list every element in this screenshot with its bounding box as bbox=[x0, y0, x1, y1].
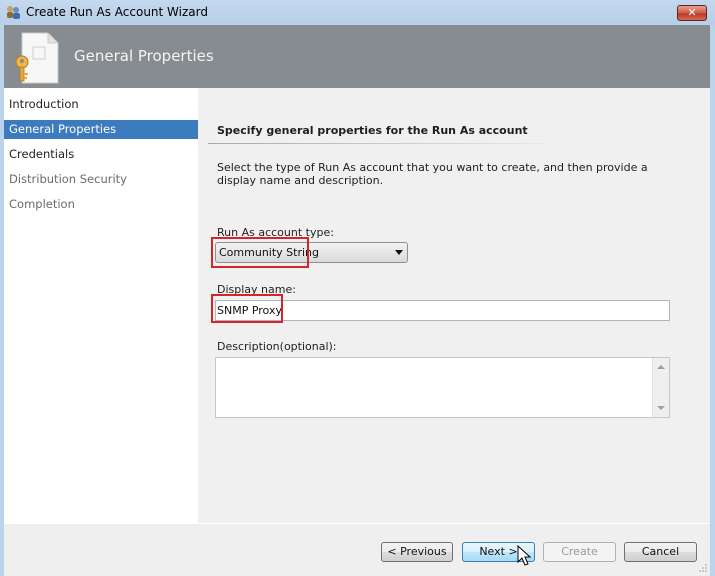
nav-item-credentials[interactable]: Credentials bbox=[4, 145, 198, 164]
close-icon: ✕ bbox=[687, 6, 697, 19]
description-scrollbar[interactable] bbox=[652, 358, 669, 417]
wizard-steps-nav: Introduction General Properties Credenti… bbox=[4, 88, 198, 523]
close-button[interactable]: ✕ bbox=[677, 5, 707, 21]
document-key-icon bbox=[15, 32, 59, 84]
nav-item-introduction[interactable]: Introduction bbox=[4, 95, 198, 114]
previous-button[interactable]: < Previous bbox=[381, 542, 453, 562]
nav-item-distribution-security[interactable]: Distribution Security bbox=[4, 170, 198, 189]
description-label: Description(optional): bbox=[217, 340, 337, 353]
page-title: General Properties bbox=[74, 47, 214, 65]
resize-grip-icon[interactable] bbox=[698, 563, 708, 573]
display-name-input[interactable]: SNMP Proxy bbox=[215, 300, 670, 321]
title-bar: Create Run As Account Wizard ✕ bbox=[0, 0, 715, 25]
mouse-cursor-icon bbox=[517, 545, 532, 566]
nav-item-label: General Properties bbox=[9, 122, 117, 136]
wizard-content: Specify general properties for the Run A… bbox=[198, 88, 710, 523]
wizard-footer: < Previous Next > Create Cancel bbox=[4, 523, 710, 576]
window-title: Create Run As Account Wizard bbox=[26, 5, 208, 19]
wizard-header: General Properties bbox=[4, 25, 710, 88]
create-button[interactable]: Create bbox=[543, 542, 616, 562]
users-key-icon bbox=[7, 6, 20, 19]
highlight-box-account-type bbox=[211, 237, 309, 268]
nav-item-label: Credentials bbox=[9, 147, 75, 161]
scroll-up-icon[interactable] bbox=[657, 365, 665, 369]
section-title: Specify general properties for the Run A… bbox=[217, 124, 528, 137]
section-divider bbox=[208, 143, 545, 144]
chevron-down-icon bbox=[395, 250, 403, 255]
nav-item-label: Introduction bbox=[9, 97, 79, 111]
highlight-box-display-name bbox=[211, 294, 283, 323]
nav-item-completion[interactable]: Completion bbox=[4, 195, 198, 214]
nav-item-general-properties[interactable]: General Properties bbox=[4, 120, 198, 139]
description-input[interactable] bbox=[215, 357, 670, 418]
intro-text: Select the type of Run As account that y… bbox=[217, 161, 648, 187]
cancel-button[interactable]: Cancel bbox=[624, 542, 697, 562]
nav-item-label: Distribution Security bbox=[9, 172, 127, 186]
nav-item-label: Completion bbox=[9, 197, 75, 211]
scroll-down-icon[interactable] bbox=[657, 406, 665, 410]
